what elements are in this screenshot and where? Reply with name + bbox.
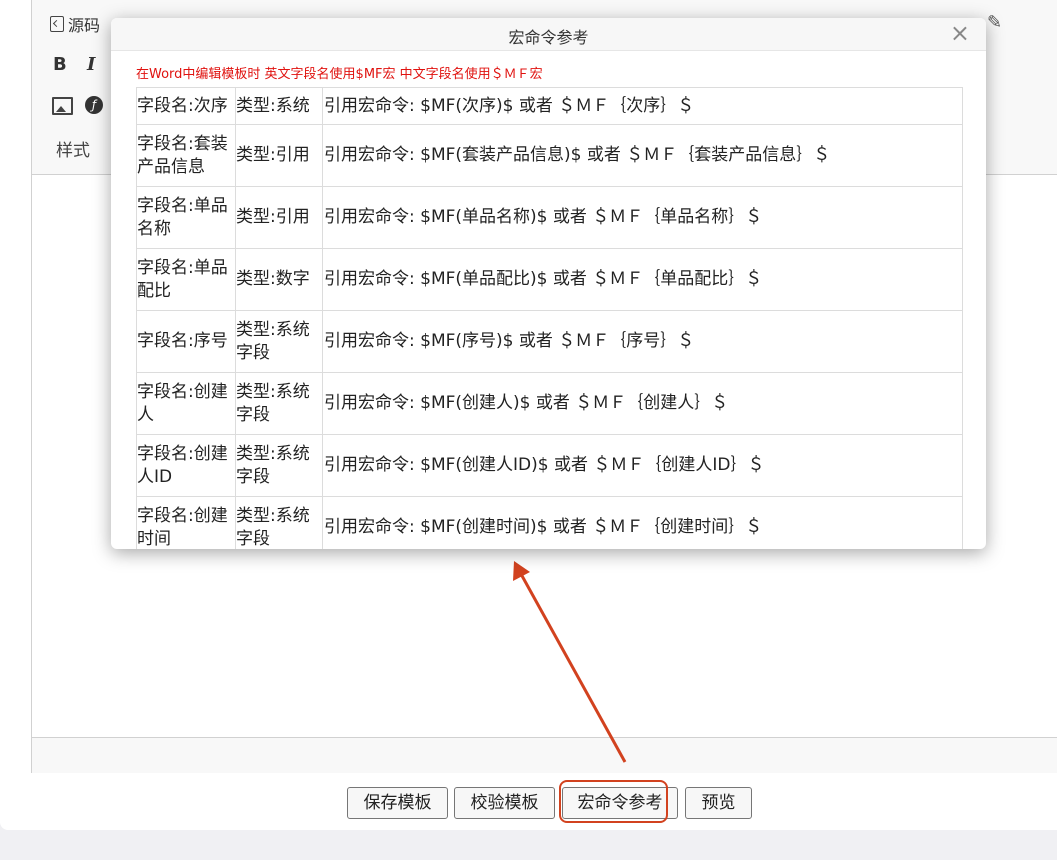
dialog-header: 宏命令参考 × bbox=[111, 18, 986, 51]
table-row: 字段名:次序 类型:系统 引用宏命令: $MF(次序)$ 或者 ＄ＭＦ｛次序｝＄ bbox=[136, 87, 963, 125]
table-row: 字段名:创建人ID 类型:系统字段 引用宏命令: $MF(创建人ID)$ 或者 ＄Ｍ… bbox=[136, 434, 963, 497]
field-name-cell: 字段名:单品配比 bbox=[136, 248, 236, 311]
macro-cell: 引用宏命令: $MF(创建人ID)$ 或者 ＄ＭＦ｛创建人ID｝＄ bbox=[322, 434, 963, 497]
field-type-cell: 类型:系统字段 bbox=[235, 372, 323, 435]
close-icon[interactable]: × bbox=[950, 21, 970, 45]
field-type-cell: 类型:系统字段 bbox=[235, 310, 323, 373]
field-name-cell: 字段名:套装产品信息 bbox=[136, 124, 236, 187]
field-name-cell: 字段名:创建时间 bbox=[136, 496, 236, 549]
macro-reference-dialog: 宏命令参考 × 在Word中编辑模板时 英文字段名使用$MF宏 中文字段名使用＄… bbox=[111, 18, 986, 549]
field-name-cell: 字段名:创建人ID bbox=[136, 434, 236, 497]
macro-cell: 引用宏命令: $MF(单品名称)$ 或者 ＄ＭＦ｛单品名称｝＄ bbox=[322, 186, 963, 249]
field-name-cell: 字段名:创建人 bbox=[136, 372, 236, 435]
field-name-cell: 字段名:次序 bbox=[136, 87, 236, 125]
macro-cell: 引用宏命令: $MF(创建人)$ 或者 ＄ＭＦ｛创建人｝＄ bbox=[322, 372, 963, 435]
table-row: 字段名:单品名称 类型:引用 引用宏命令: $MF(单品名称)$ 或者 ＄ＭＦ｛单品… bbox=[136, 186, 963, 249]
macro-cell: 引用宏命令: $MF(创建时间)$ 或者 ＄ＭＦ｛创建时间｝＄ bbox=[322, 496, 963, 549]
macro-cell: 引用宏命令: $MF(套装产品信息)$ 或者 ＄ＭＦ｛套装产品信息｝＄ bbox=[322, 124, 963, 187]
field-type-cell: 类型:引用 bbox=[235, 186, 323, 249]
table-row: 字段名:创建人 类型:系统字段 引用宏命令: $MF(创建人)$ 或者 ＄ＭＦ｛创建… bbox=[136, 372, 963, 435]
table-row: 字段名:套装产品信息 类型:引用 引用宏命令: $MF(套装产品信息)$ 或者 ＄Ｍ… bbox=[136, 124, 963, 187]
field-name-cell: 字段名:单品名称 bbox=[136, 186, 236, 249]
macro-table: 字段名:次序 类型:系统 引用宏命令: $MF(次序)$ 或者 ＄ＭＦ｛次序｝＄ 字段… bbox=[136, 87, 963, 549]
dialog-title: 宏命令参考 bbox=[508, 28, 589, 47]
macro-cell: 引用宏命令: $MF(单品配比)$ 或者 ＄ＭＦ｛单品配比｝＄ bbox=[322, 248, 963, 311]
table-row: 字段名:创建时间 类型:系统字段 引用宏命令: $MF(创建时间)$ 或者 ＄ＭＦ｛… bbox=[136, 496, 963, 549]
field-type-cell: 类型:系统 bbox=[235, 87, 323, 125]
dialog-hint: 在Word中编辑模板时 英文字段名使用$MF宏 中文字段名使用＄ＭＦ宏 bbox=[136, 67, 543, 82]
macro-cell: 引用宏命令: $MF(次序)$ 或者 ＄ＭＦ｛次序｝＄ bbox=[322, 87, 963, 125]
field-name-cell: 字段名:序号 bbox=[136, 310, 236, 373]
field-type-cell: 类型:数字 bbox=[235, 248, 323, 311]
table-row: 字段名:序号 类型:系统字段 引用宏命令: $MF(序号)$ 或者 ＄ＭＦ｛序号｝＄ bbox=[136, 310, 963, 373]
field-type-cell: 类型:系统字段 bbox=[235, 496, 323, 549]
macro-cell: 引用宏命令: $MF(序号)$ 或者 ＄ＭＦ｛序号｝＄ bbox=[322, 310, 963, 373]
table-row: 字段名:单品配比 类型:数字 引用宏命令: $MF(单品配比)$ 或者 ＄ＭＦ｛单品… bbox=[136, 248, 963, 311]
field-type-cell: 类型:系统字段 bbox=[235, 434, 323, 497]
field-type-cell: 类型:引用 bbox=[235, 124, 323, 187]
